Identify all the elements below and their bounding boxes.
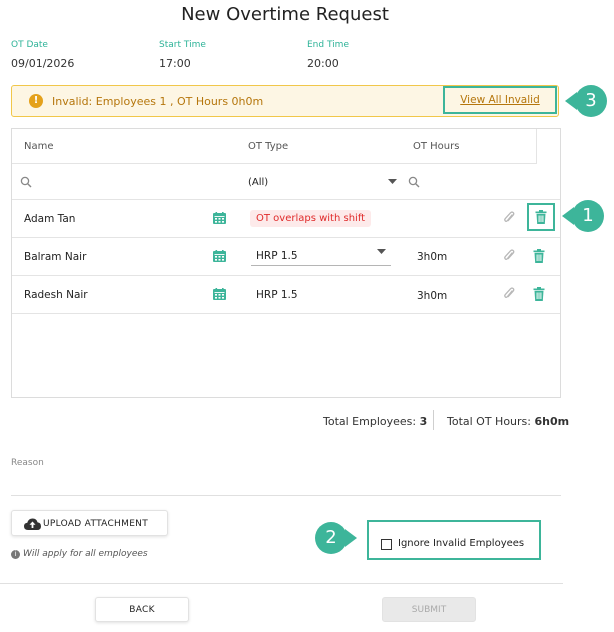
- row-divider: [12, 275, 560, 276]
- submit-button[interactable]: SUBMIT: [382, 597, 476, 622]
- total-employees-label: Total Employees:: [323, 415, 420, 428]
- header-divider-vertical: [536, 129, 537, 163]
- footer-divider: [0, 583, 563, 584]
- ot-hours-value: 3h0m: [417, 251, 448, 263]
- attachment-icon[interactable]: [503, 249, 515, 263]
- ot-type-value: HRP 1.5: [256, 250, 298, 262]
- attachment-icon[interactable]: [503, 211, 515, 225]
- invalid-banner-text: Invalid: Employees 1 , OT Hours 0h0m: [52, 95, 264, 108]
- row-divider: [12, 313, 560, 314]
- invalid-banner: ! Invalid: Employees 1 , OT Hours 0h0m V…: [11, 85, 559, 117]
- callout-3-badge: 3: [575, 85, 607, 117]
- total-ot-hours-value: 6h0m: [534, 415, 570, 428]
- reason-label: Reason: [11, 458, 44, 468]
- calendar-icon[interactable]: [213, 250, 226, 262]
- calendar-icon[interactable]: [213, 212, 226, 224]
- ignore-invalid-highlight: Ignore Invalid Employees: [367, 520, 541, 560]
- trash-icon[interactable]: [535, 210, 547, 224]
- ot-type-select[interactable]: HRP 1.5: [251, 241, 391, 266]
- ot-type-filter-value[interactable]: (All): [248, 177, 268, 188]
- ot-date-value: 09/01/2026: [11, 57, 75, 70]
- total-employees-value: 3: [419, 415, 428, 428]
- filter-divider: [12, 199, 560, 200]
- error-badge: OT overlaps with shift: [250, 210, 372, 227]
- trash-icon[interactable]: [533, 287, 545, 301]
- totals-divider: [433, 410, 434, 430]
- callout-1-badge: 1: [572, 200, 604, 232]
- end-time-label: End Time: [307, 40, 349, 50]
- start-time-label: Start Time: [159, 40, 206, 50]
- row-divider: [12, 237, 560, 238]
- ot-hours-search-icon[interactable]: [408, 176, 420, 188]
- header-divider: [12, 163, 537, 164]
- ignore-invalid-label[interactable]: Ignore Invalid Employees: [398, 538, 524, 549]
- callout-2-badge: 2: [315, 522, 347, 554]
- end-time-value: 20:00: [307, 57, 339, 70]
- warning-icon: !: [29, 94, 43, 108]
- upload-attachment-label: UPLOAD ATTACHMENT: [43, 519, 149, 529]
- total-ot-hours: Total OT Hours: 6h0m: [447, 415, 569, 428]
- column-header-ot-type: OT Type: [248, 141, 289, 152]
- trash-icon[interactable]: [533, 249, 545, 263]
- ot-hours-value: 3h0m: [417, 290, 448, 302]
- total-ot-hours-label: Total OT Hours:: [447, 415, 535, 428]
- column-header-ot-hours: OT Hours: [413, 141, 460, 152]
- delete-row-highlight[interactable]: [527, 203, 555, 231]
- employee-grid: Name OT Type OT Hours (All) Adam Tan OT …: [11, 128, 561, 398]
- attachment-note: i Will apply for all employees: [11, 549, 148, 559]
- upload-attachment-button[interactable]: UPLOAD ATTACHMENT: [11, 510, 168, 536]
- chevron-down-icon[interactable]: [377, 249, 386, 255]
- cloud-upload-icon: [24, 518, 41, 530]
- view-all-invalid-link[interactable]: View All Invalid: [443, 86, 557, 114]
- name-search-icon[interactable]: [20, 176, 32, 188]
- callout-2-pointer: [345, 529, 357, 547]
- reason-input[interactable]: [11, 495, 561, 496]
- ot-type-value: HRP 1.5: [256, 289, 298, 301]
- employee-name: Balram Nair: [24, 251, 87, 263]
- ot-type-filter-dropdown-icon[interactable]: [388, 179, 397, 185]
- attachment-note-text: Will apply for all employees: [23, 549, 148, 559]
- employee-name: Radesh Nair: [24, 289, 88, 301]
- ot-date-label: OT Date: [11, 40, 48, 50]
- column-header-name: Name: [24, 141, 54, 152]
- calendar-icon[interactable]: [213, 288, 226, 300]
- total-employees: Total Employees: 3: [323, 415, 427, 428]
- back-button[interactable]: BACK: [95, 597, 189, 622]
- ignore-invalid-checkbox[interactable]: [381, 539, 392, 550]
- info-icon: i: [11, 550, 20, 559]
- attachment-icon[interactable]: [503, 287, 515, 301]
- page-title: New Overtime Request: [181, 4, 389, 25]
- employee-name: Adam Tan: [24, 213, 76, 225]
- start-time-value: 17:00: [159, 57, 191, 70]
